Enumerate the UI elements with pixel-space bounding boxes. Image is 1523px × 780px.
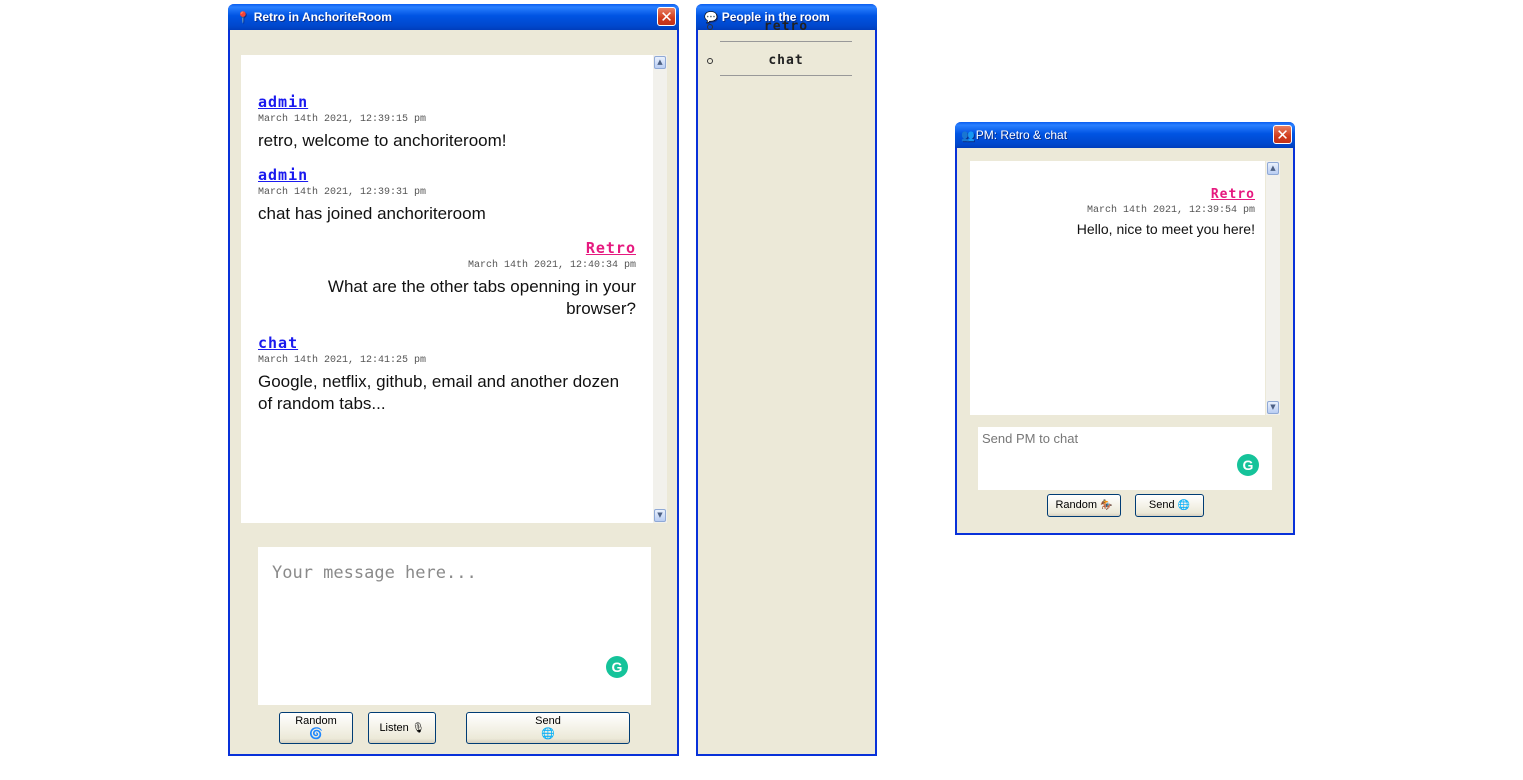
message-item: chat March 14th 2021, 12:41:25 pm Google… xyxy=(258,334,636,415)
message-timestamp: March 14th 2021, 12:39:54 pm xyxy=(1086,205,1255,216)
horse-icon: 🏇 xyxy=(1100,500,1113,511)
main-window-titlebar[interactable]: 📍 Retro in AnchoriteRoom ✕ xyxy=(228,4,679,30)
person-name[interactable]: chat xyxy=(720,50,852,76)
microphone-icon: 🎙 xyxy=(411,723,425,734)
grammarly-icon[interactable]: G xyxy=(606,656,628,678)
message-item: admin March 14th 2021, 12:39:31 pm chat … xyxy=(258,166,636,225)
people-icon: 👥 xyxy=(961,129,975,142)
pm-input-placeholder: Send PM to chat xyxy=(982,431,1079,446)
username-link[interactable]: chat xyxy=(258,334,636,353)
pm-window-titlebar[interactable]: 👥 PM: Retro & chat ✕ xyxy=(955,122,1295,148)
bullet-icon xyxy=(707,58,713,64)
listen-label: Listen xyxy=(379,722,409,734)
pm-message-log: Retro March 14th 2021, 12:39:54 pm Hello… xyxy=(970,161,1265,415)
pm-send-label: Send xyxy=(1148,499,1175,511)
close-icon: ✕ xyxy=(1276,126,1289,144)
scroll-down-button[interactable]: ▼ xyxy=(1267,401,1279,414)
pm-random-label: Random xyxy=(1055,499,1098,511)
send-button[interactable]: Send 🌐 xyxy=(466,712,630,744)
message-item-own: Retro March 14th 2021, 12:39:54 pm Hello… xyxy=(975,187,1255,238)
message-text: What are the other tabs openning in your… xyxy=(327,277,636,318)
message-log: admin March 14th 2021, 12:39:15 pm retro… xyxy=(241,55,653,523)
message-timestamp: March 14th 2021, 12:40:34 pm xyxy=(467,260,636,271)
message-input[interactable]: Your message here... G xyxy=(258,547,651,705)
random-button[interactable]: Random 🌀 xyxy=(279,712,353,744)
message-timestamp: March 14th 2021, 12:41:25 pm xyxy=(258,355,427,366)
close-icon: ✕ xyxy=(660,8,673,26)
message-text: Hello, nice to meet you here! xyxy=(1076,221,1255,237)
message-log-scrollbar[interactable]: ▲ ▼ xyxy=(653,55,667,523)
scroll-up-button[interactable]: ▲ xyxy=(1267,162,1279,175)
main-chat-window: 📍 Retro in AnchoriteRoom ✕ admin March 1… xyxy=(228,4,679,756)
pm-random-button[interactable]: Random 🏇 xyxy=(1047,494,1121,517)
pm-log-scrollbar[interactable]: ▲ ▼ xyxy=(1266,161,1280,415)
pin-icon: 📍 xyxy=(236,11,250,24)
scroll-up-button[interactable]: ▲ xyxy=(654,56,666,69)
pm-input[interactable]: Send PM to chat G xyxy=(978,427,1272,490)
list-item[interactable]: chat xyxy=(704,46,854,80)
close-button[interactable]: ✕ xyxy=(1273,125,1292,144)
grammarly-icon[interactable]: G xyxy=(1237,454,1259,476)
send-label: Send xyxy=(535,715,561,727)
message-input-placeholder: Your message here... xyxy=(272,563,477,583)
message-text: chat has joined anchoriteroom xyxy=(258,204,486,223)
person-name[interactable]: retro xyxy=(720,16,852,42)
username-link[interactable]: admin xyxy=(258,93,636,112)
globe-icon: 🌐 xyxy=(541,728,555,740)
message-text: retro, welcome to anchoriteroom! xyxy=(258,131,507,150)
message-text: Google, netflix, github, email and anoth… xyxy=(258,372,620,413)
message-item-own: Retro March 14th 2021, 12:40:34 pm What … xyxy=(258,239,636,320)
pm-send-button[interactable]: Send 🌐 xyxy=(1135,494,1204,517)
people-list: retro chat xyxy=(704,12,854,80)
pm-window-title: PM: Retro & chat xyxy=(975,128,1068,142)
message-timestamp: March 14th 2021, 12:39:31 pm xyxy=(258,187,427,198)
listen-button[interactable]: Listen 🎙 xyxy=(368,712,436,744)
bullet-icon xyxy=(707,24,713,30)
spiral-icon: 🌀 xyxy=(309,728,323,740)
random-label: Random xyxy=(295,715,337,727)
globe-icon: 🌐 xyxy=(1177,500,1191,511)
main-window-title: Retro in AnchoriteRoom xyxy=(253,10,392,24)
message-timestamp: March 14th 2021, 12:39:15 pm xyxy=(258,114,427,125)
username-link[interactable]: admin xyxy=(258,166,636,185)
message-item: admin March 14th 2021, 12:39:15 pm retro… xyxy=(258,93,636,152)
list-item[interactable]: retro xyxy=(704,12,854,46)
username-link[interactable]: Retro xyxy=(258,239,636,258)
pm-window: 👥 PM: Retro & chat ✕ Retro March 14th 20… xyxy=(955,122,1295,535)
username-link[interactable]: Retro xyxy=(975,187,1255,203)
close-button[interactable]: ✕ xyxy=(657,7,676,26)
people-window: 💬 People in the room retro chat xyxy=(696,4,877,756)
scroll-down-button[interactable]: ▼ xyxy=(654,509,666,522)
